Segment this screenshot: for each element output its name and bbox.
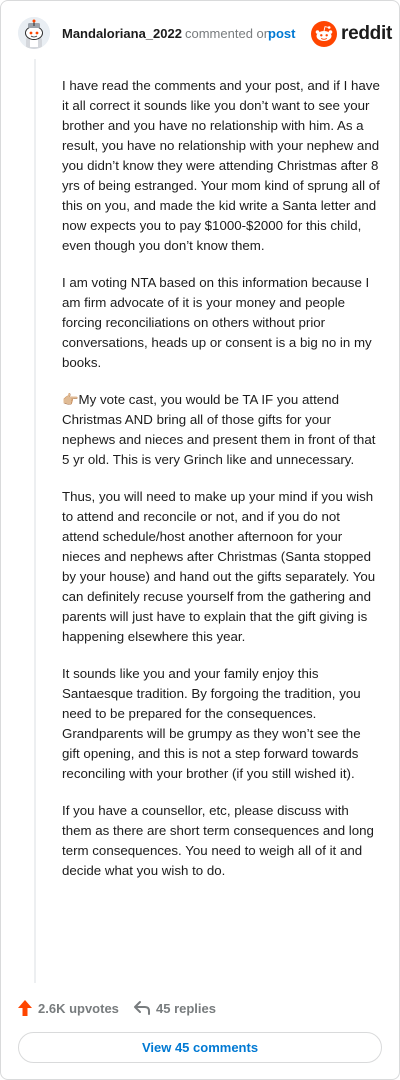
comment-footer: 2.6K upvotes 45 replies xyxy=(1,996,399,1022)
username-link[interactable]: Mandaloriana_2022 xyxy=(62,26,182,41)
reddit-wordmark: reddit xyxy=(341,23,392,44)
post-link[interactable]: post xyxy=(268,26,295,41)
upvote-arrow-icon xyxy=(17,999,33,1017)
reddit-alien-icon xyxy=(311,21,337,47)
comment-paragraph: 👉🏼My vote cast, you would be TA IF you a… xyxy=(62,392,376,467)
comment-paragraph: I have read the comments and your post, … xyxy=(62,78,380,253)
comment-body: I have read the comments and your post, … xyxy=(62,76,380,898)
comment-paragraph: Thus, you will need to make up your mind… xyxy=(62,489,376,644)
view-comments-button[interactable]: View 45 comments xyxy=(18,1032,382,1063)
upvote-count: 2.6K upvotes xyxy=(38,1000,119,1016)
replies-button[interactable]: 45 replies xyxy=(133,996,216,1020)
reddit-logo[interactable]: reddit xyxy=(311,20,392,48)
replies-count: 45 replies xyxy=(156,1000,216,1016)
comment-paragraph: I am voting NTA based on this informatio… xyxy=(62,275,372,370)
thread-line[interactable] xyxy=(34,59,36,983)
upvote-button[interactable]: 2.6K upvotes xyxy=(17,996,119,1020)
comment-paragraph: It sounds like you and your family enjoy… xyxy=(62,666,361,781)
snoo-avatar-icon[interactable] xyxy=(18,17,50,49)
comment-paragraph: If you have a counsellor, etc, please di… xyxy=(62,803,374,878)
comment-header: Mandaloriana_2022 commented on post redd… xyxy=(1,1,399,67)
reply-arrow-icon xyxy=(133,1000,151,1016)
commented-on-text: commented on xyxy=(185,26,271,41)
comment-card: Mandaloriana_2022 commented on post redd… xyxy=(0,0,400,1080)
